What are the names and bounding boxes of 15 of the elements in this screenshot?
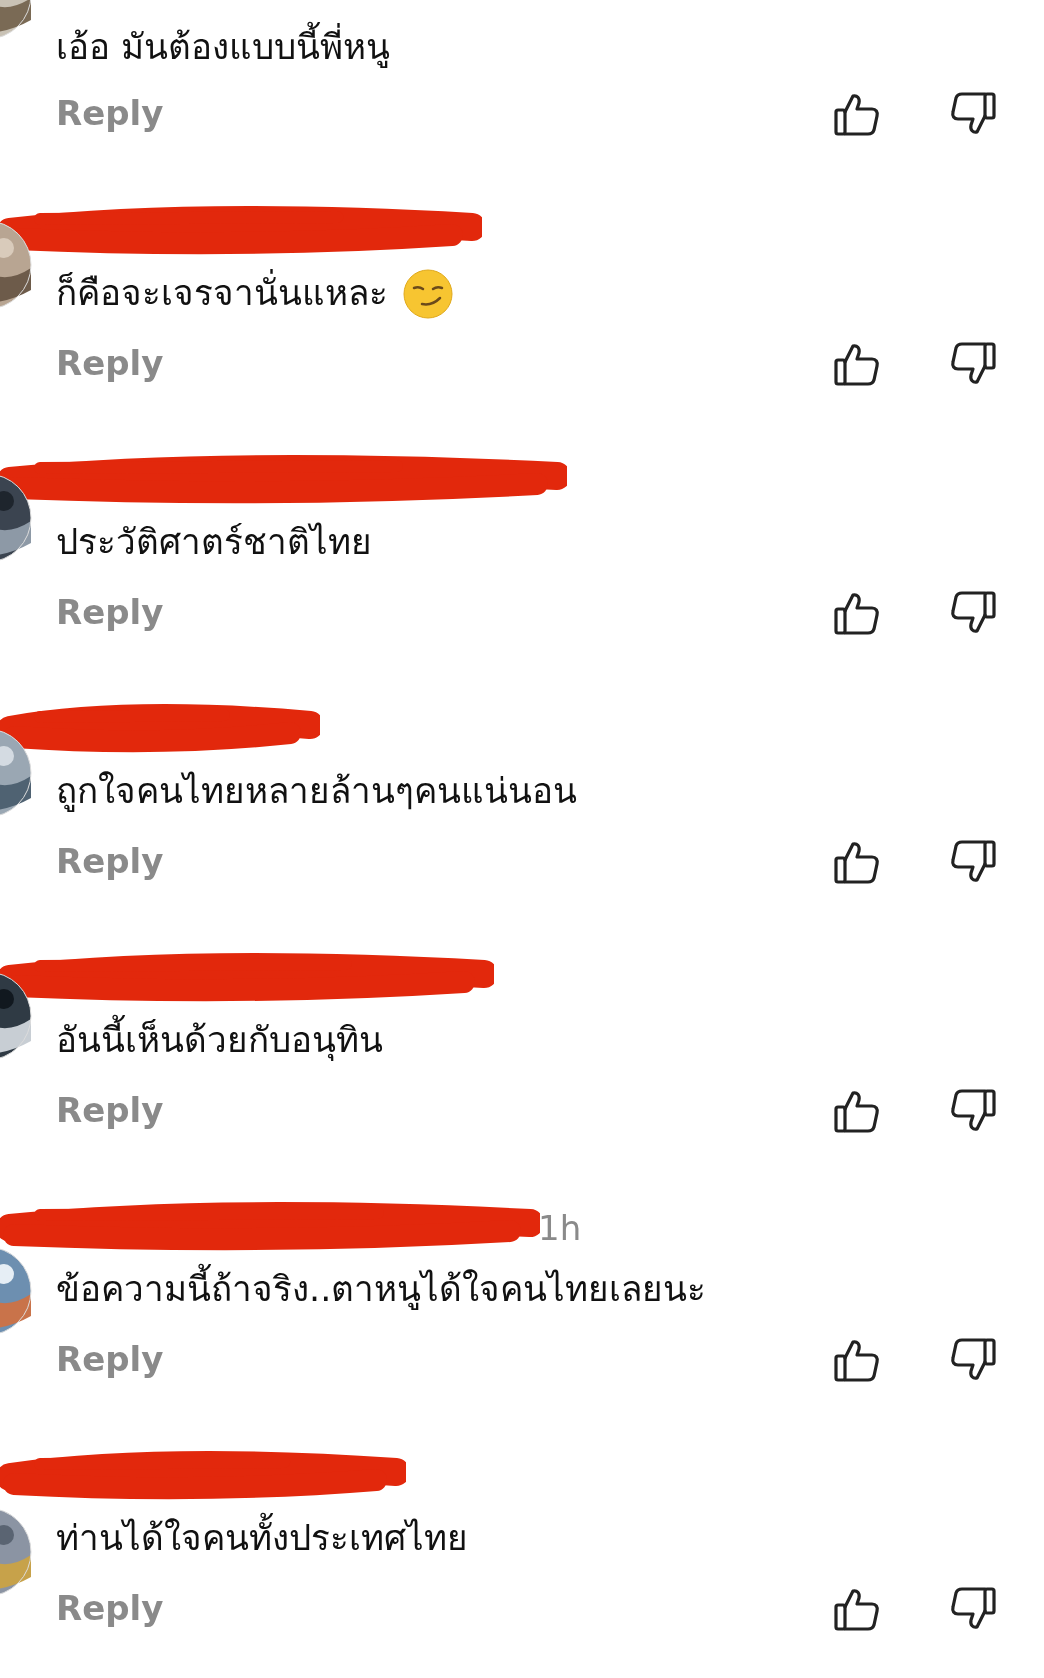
- reply-link[interactable]: Reply: [56, 345, 164, 383]
- comment-text: ก็คือจะเจรจานั่นแหละ: [56, 259, 388, 329]
- comment-text: ถูกใจคนไทยหลายล้านๆคนแน่นอน: [56, 770, 577, 814]
- reply-link[interactable]: Reply: [56, 843, 164, 881]
- comment-text: ประวัติศาตร์ชาติไทย: [56, 521, 372, 565]
- comment-text: เอ้อ มันต้องแบบนี้พี่หนู: [56, 13, 391, 83]
- reply-link[interactable]: Reply: [56, 1341, 164, 1379]
- comment-time: 1h: [538, 1206, 582, 1250]
- comment-text: อันนี้เห็นด้วยกับอนุทิน: [56, 1006, 383, 1076]
- reply-link[interactable]: Reply: [56, 95, 164, 133]
- comment-text: ท่านได้ใจคนทั้งประเทศไทย: [56, 1504, 468, 1574]
- reply-link[interactable]: Reply: [56, 1092, 164, 1130]
- comment-text: ข้อความนี้ถ้าจริง..ตาหนูได้ใจคนไทยเลยนะ: [56, 1255, 707, 1325]
- reply-link[interactable]: Reply: [56, 594, 164, 632]
- reply-link[interactable]: Reply: [56, 1590, 164, 1628]
